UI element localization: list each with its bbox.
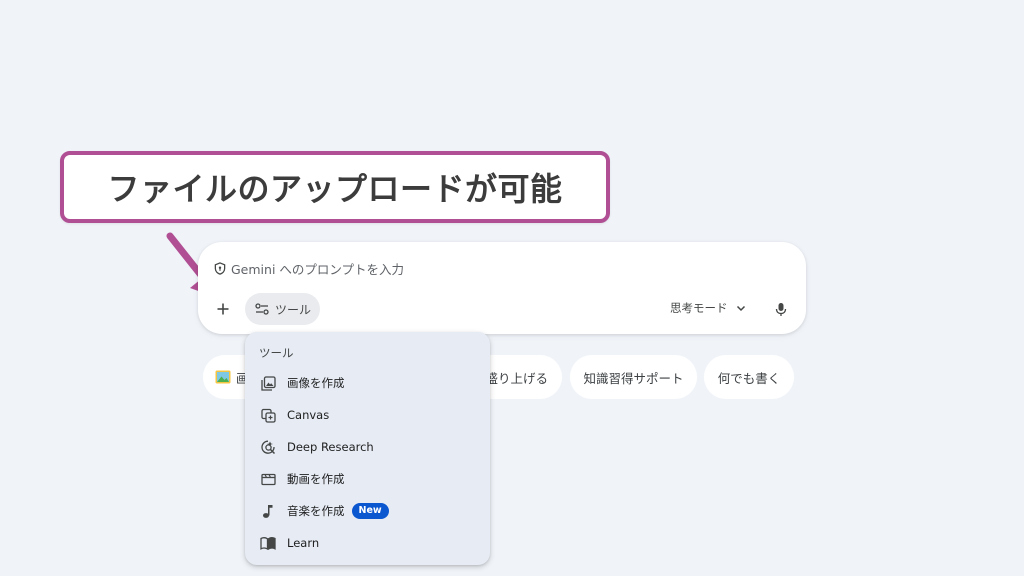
suggestion-chip-write[interactable]: 何でも書く (704, 355, 794, 399)
callout-text: ファイルのアップロードが可能 (107, 170, 563, 208)
book-icon (260, 535, 276, 551)
menu-item-deep-research[interactable]: Deep Research (245, 431, 490, 463)
tools-menu: ツール 画像を作成 Canvas Deep Research 動画を作成 音楽を… (245, 332, 490, 565)
menu-item-label: 動画を作成 (287, 472, 345, 486)
video-icon (260, 471, 276, 487)
canvas-icon (260, 407, 276, 423)
upload-callout: ファイルのアップロードが可能 (60, 151, 610, 223)
menu-item-create-image[interactable]: 画像を作成 (245, 367, 490, 399)
prompt-input[interactable]: Gemini へのプロンプトを入力 (214, 259, 404, 278)
music-note-icon (260, 503, 276, 519)
prompt-placeholder-text: Gemini へのプロンプトを入力 (231, 262, 405, 277)
image-create-icon (260, 375, 276, 391)
tools-button-label: ツール (275, 302, 312, 317)
menu-item-label: Canvas (287, 408, 330, 422)
menu-item-learn[interactable]: Learn (245, 527, 490, 559)
plus-icon (217, 303, 229, 315)
tools-menu-header: ツール (259, 346, 294, 360)
tools-button[interactable]: ツール (245, 293, 320, 325)
menu-item-label: Deep Research (287, 440, 374, 454)
mode-select[interactable]: 思考モード (670, 300, 746, 316)
mic-icon (775, 302, 787, 316)
menu-item-label: 音楽を作成 (287, 504, 345, 518)
mic-button[interactable] (770, 298, 792, 320)
chevron-down-icon (736, 305, 745, 311)
shield-icon (214, 262, 226, 275)
chip-label: 何でも書く (717, 370, 781, 386)
prompt-box: Gemini へのプロンプトを入力 ツール 思考モード (198, 242, 806, 334)
new-badge: New (351, 503, 389, 519)
menu-item-label: 画像を作成 (287, 376, 345, 390)
menu-item-create-music[interactable]: 音楽を作成 New (245, 495, 490, 527)
image-icon (215, 370, 231, 384)
menu-item-label: Learn (287, 536, 320, 550)
menu-item-canvas[interactable]: Canvas (245, 399, 490, 431)
tools-sliders-icon (255, 303, 269, 315)
suggestion-chip-learning[interactable]: 知識習得サポート (570, 355, 697, 399)
chip-label: 知識習得サポート (583, 370, 684, 386)
add-file-button[interactable] (210, 296, 236, 322)
mode-select-label: 思考モード (670, 301, 728, 315)
chip-label: 盛り上げる (485, 370, 548, 386)
menu-item-create-video[interactable]: 動画を作成 (245, 463, 490, 495)
deep-research-icon (260, 439, 276, 455)
